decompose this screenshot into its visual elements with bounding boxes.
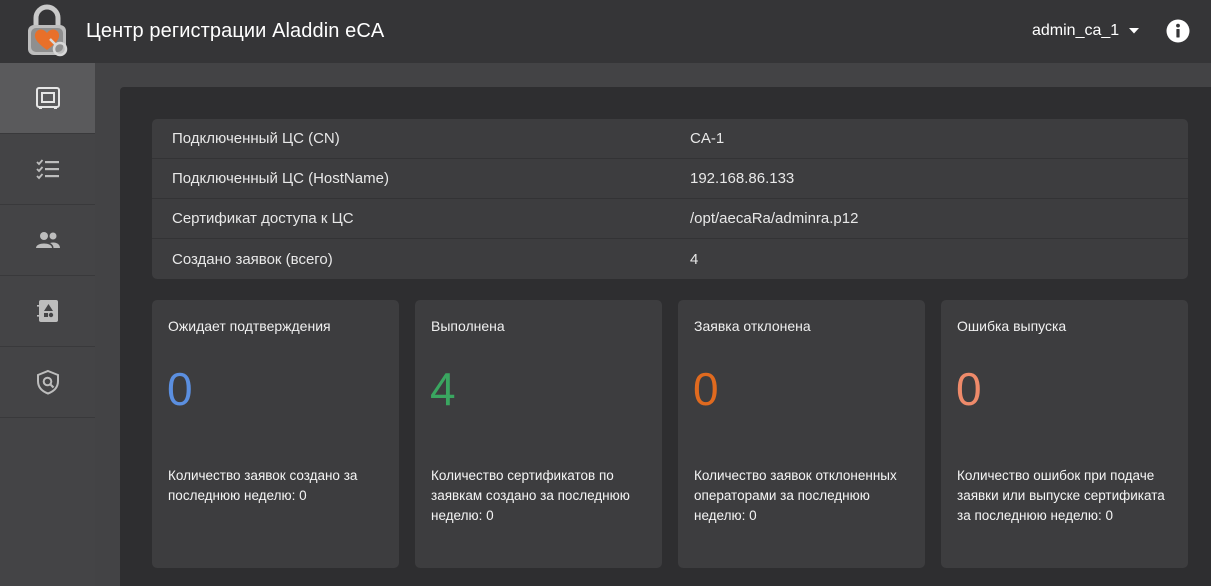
stat-card-issue-error[interactable]: Ошибка выпуска 0 Количество ошибок при п… <box>941 300 1188 568</box>
user-name: admin_ca_1 <box>1032 22 1120 39</box>
info-label: Создано заявок (всего) <box>172 250 333 268</box>
security-shield-icon <box>36 369 59 395</box>
card-description: Количество сертификатов по заявкам созда… <box>431 468 630 523</box>
card-value: 0 <box>167 363 193 415</box>
info-row-certificate: Сертификат доступа к ЦС /opt/aecaRa/admi… <box>152 199 1188 239</box>
info-value: 4 <box>690 250 699 268</box>
info-value: /opt/aecaRa/adminra.p12 <box>690 210 859 227</box>
card-title: Выполнена <box>431 318 505 334</box>
info-row-total-requests: Создано заявок (всего) 4 <box>152 239 1188 279</box>
info-row-cn: Подключенный ЦС (CN) CA-1 <box>152 119 1188 159</box>
certificate-book-icon <box>36 300 58 322</box>
card-value: 0 <box>956 363 982 415</box>
info-value: CA-1 <box>690 130 725 147</box>
card-description: Количество ошибок при подаче заявки или … <box>957 468 1165 523</box>
sidebar-item-certificates[interactable] <box>0 276 95 347</box>
card-title: Ожидает подтверждения <box>168 318 331 334</box>
info-icon <box>1166 19 1190 43</box>
sidebar-item-requests[interactable] <box>0 134 95 205</box>
sidebar-item-security[interactable] <box>0 347 95 418</box>
card-description: Количество заявок создано за последнюю н… <box>168 468 358 503</box>
stat-card-rejected[interactable]: Заявка отклонена 0 Количество заявок отк… <box>678 300 925 568</box>
info-row-hostname: Подключенный ЦС (HostName) 192.168.86.13… <box>152 159 1188 199</box>
card-title: Заявка отклонена <box>694 318 811 334</box>
users-icon <box>35 232 60 248</box>
request-list-icon <box>35 159 59 180</box>
aladdin-logo-icon <box>22 3 72 59</box>
stat-card-completed[interactable]: Выполнена 4 Количество сертификатов по з… <box>415 300 662 568</box>
info-label: Подключенный ЦС (HostName) <box>172 170 389 187</box>
info-label: Подключенный ЦС (CN) <box>172 130 340 147</box>
connection-info-table: Подключенный ЦС (CN) CA-1 Подключенный Ц… <box>152 119 1188 279</box>
sidebar <box>0 63 95 586</box>
card-description: Количество заявок отклоненных операторам… <box>694 468 897 523</box>
dashboard-icon <box>35 87 60 109</box>
stat-card-pending[interactable]: Ожидает подтверждения 0 Количество заяво… <box>152 300 399 568</box>
chevron-down-icon <box>1129 28 1140 34</box>
card-title: Ошибка выпуска <box>957 318 1067 334</box>
sidebar-item-dashboard[interactable] <box>0 63 95 134</box>
info-label: Сертификат доступа к ЦС <box>172 210 354 227</box>
card-value: 0 <box>693 363 719 415</box>
user-menu-button[interactable]: admin_ca_1 <box>1032 20 1140 42</box>
app-title: Центр регистрации Aladdin eCA <box>86 20 385 42</box>
info-button[interactable] <box>1166 19 1190 43</box>
sidebar-item-users[interactable] <box>0 205 95 276</box>
card-value: 4 <box>430 363 456 415</box>
info-value: 192.168.86.133 <box>690 170 795 187</box>
top-bar: Центр регистрации Aladdin eCA admin_ca_1 <box>0 0 1211 63</box>
